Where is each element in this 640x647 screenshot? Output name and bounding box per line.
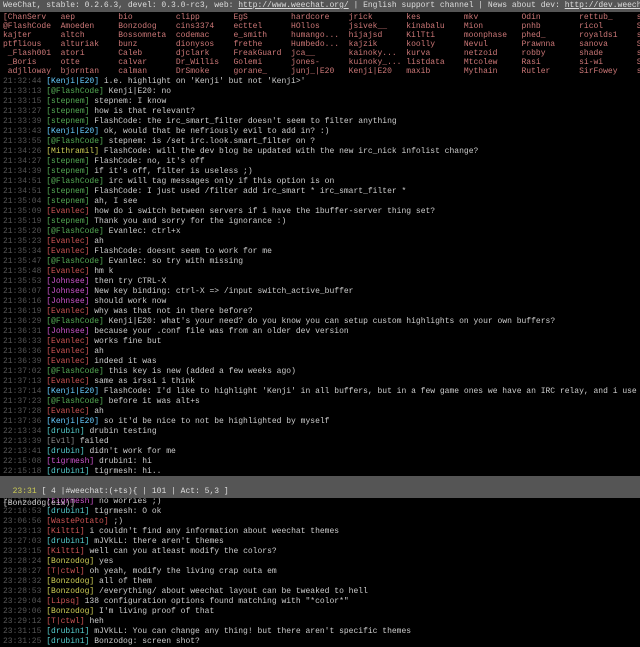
chat-line: 23:28:53 [Bonzodog] /everything/ about w… (3, 587, 637, 597)
title-text-2: | English support channel | News about d… (349, 1, 565, 10)
status-info: [ 4 |#weechat:(+ts){ | 101 | Act: 5,3 ] (41, 487, 228, 496)
chat-line: 23:27:03 [drubin1] mJVkLL: there aren't … (3, 537, 637, 547)
chat-buffer: 21:32:44 [Kenji|E20] i.e. highlight on '… (0, 77, 640, 647)
input-bar[interactable]: [Bonzodog(eix)] (0, 497, 640, 510)
chat-line: 21:33:39 [stepnem] FlashCode: the irc_sm… (3, 117, 637, 127)
chat-line: 21:35:20 [@FlashCode] Evanlec: ctrl+x (3, 227, 637, 237)
chat-line: 21:37:23 [@FlashCode] before it was alt+… (3, 397, 637, 407)
chat-line: 23:28:27 [T|ctwl] oh yeah, modify the li… (3, 567, 637, 577)
chat-line: 23:31:25 [drubin1] Bonzodog: screen shot… (3, 637, 637, 647)
chat-line: 21:36:39 [Evanlec] indeed it was (3, 357, 637, 367)
chat-line: 21:36:16 [Johnsee] should work now (3, 297, 637, 307)
input-prompt: [Bonzodog(eix)] (3, 499, 75, 508)
chat-line: 23:28:32 [Bonzodog] all of them (3, 577, 637, 587)
chat-line: 23:29:12 [T|ctwl] heh (3, 617, 637, 627)
chat-line: 21:32:44 [Kenji|E20] i.e. highlight on '… (3, 77, 637, 87)
chat-line: 21:36:31 [Johnsee] because your .conf fi… (3, 327, 637, 337)
chat-line: 23:29:04 [Lipsq] 138 configuration optio… (3, 597, 637, 607)
chat-line: 21:35:09 [Evanlec] how do i switch betwe… (3, 207, 637, 217)
chat-line: 21:37:28 [Evanlec] ah (3, 407, 637, 417)
title-link-1[interactable]: http://www.weechat.org/ (238, 1, 348, 10)
chat-line: 21:36:33 [Evanlec] works fine but (3, 337, 637, 347)
chat-line: 23:06:56 [WastePotato] ;) (3, 517, 637, 527)
chat-line: 22:13:34 [drubin] drubin testing (3, 427, 637, 437)
chat-line: 21:35:48 [Evanlec] hm k (3, 267, 637, 277)
chat-line: 21:37:02 [@FlashCode] this key is new (a… (3, 367, 637, 377)
chat-line: 21:36:19 [Evanlec] why was that not in t… (3, 307, 637, 317)
command-input[interactable] (80, 498, 584, 509)
chat-line: 21:36:07 [Johnsee] New key binding: ctrl… (3, 287, 637, 297)
chat-line: 22:15:08 [tigrmesh] drubin1: hi (3, 457, 637, 467)
chat-line: 21:37:36 [Kenji|E20] so it'd be nice to … (3, 417, 637, 427)
chat-line: 21:34:27 [stepnem] FlashCode: no, it's o… (3, 157, 637, 167)
chat-line: 21:34:51 [@FlashCode] irc will tag messa… (3, 177, 637, 187)
chat-line: 21:33:43 [Kenji|E20] ok, would that be n… (3, 127, 637, 137)
chat-line: 21:35:53 [Johnsee] then try CTRL-X (3, 277, 637, 287)
chat-line: 21:35:23 [Evanlec] ah (3, 237, 637, 247)
chat-line: 21:33:13 [@FlashCode] Kenji|E20: no (3, 87, 637, 97)
status-time: 23:31 (13, 487, 37, 496)
title-bar: WeeChat, stable: 0.2.6.3, devel: 0.3.0-r… (0, 0, 640, 12)
chat-line: 21:36:36 [Evanlec] ah (3, 347, 637, 357)
chat-line: 23:28:24 [Bonzodog] yes (3, 557, 637, 567)
chat-line: 21:33:55 [@FlashCode] stepnem: is /set i… (3, 137, 637, 147)
chat-line: 22:13:41 [drubin] didn't work for me (3, 447, 637, 457)
chat-line: 21:35:47 [@FlashCode] Evanlec: so try wi… (3, 257, 637, 267)
chat-line: 21:35:04 [stepnem] ah, I see (3, 197, 637, 207)
chat-line: 21:35:19 [stepnem] Thank you and sorry f… (3, 217, 637, 227)
chat-line: 23:29:06 [Bonzodog] I'm living proof of … (3, 607, 637, 617)
chat-line: 21:34:26 [Mithramil] FlashCode: will the… (3, 147, 637, 157)
title-text-1: WeeChat, stable: 0.2.6.3, devel: 0.3.0-r… (3, 1, 238, 10)
chat-line: 23:23:13 [Kiltti] i couldn't find any in… (3, 527, 637, 537)
chat-line: 22:13:39 [Ev1l] failed (3, 437, 637, 447)
chat-line: 23:23:15 [Kiltti] well can you atleast m… (3, 547, 637, 557)
chat-line: 21:34:51 [stepnem] FlashCode: I just use… (3, 187, 637, 197)
status-bar: 23:31 [ 4 |#weechat:(+ts){ | 101 | Act: … (0, 476, 640, 498)
chat-line: 21:37:14 [Kenji|E20] FlashCode: I'd like… (3, 387, 637, 397)
chat-line: 21:35:34 [Evanlec] FlashCode: doesnt see… (3, 247, 637, 257)
chat-line: 21:33:15 [stepnem] stepnem: I know (3, 97, 637, 107)
title-link-2[interactable]: http://dev.weechat.org/ (565, 1, 640, 10)
chat-line: 21:36:29 [@FlashCode] Kenji|E20: what's … (3, 317, 637, 327)
chat-line: 21:37:13 [Evanlec] same as irssi i think (3, 377, 637, 387)
chat-line: 23:31:15 [drubin1] mJVkLL: You can chang… (3, 627, 637, 637)
chat-line: 21:34:39 [stepnem] if it's off, filter i… (3, 167, 637, 177)
chat-line: 21:33:27 [stepnem] how is that relevant? (3, 107, 637, 117)
nicklist: [ChanServ aep bio clipp EgS hardcore jri… (0, 12, 640, 77)
